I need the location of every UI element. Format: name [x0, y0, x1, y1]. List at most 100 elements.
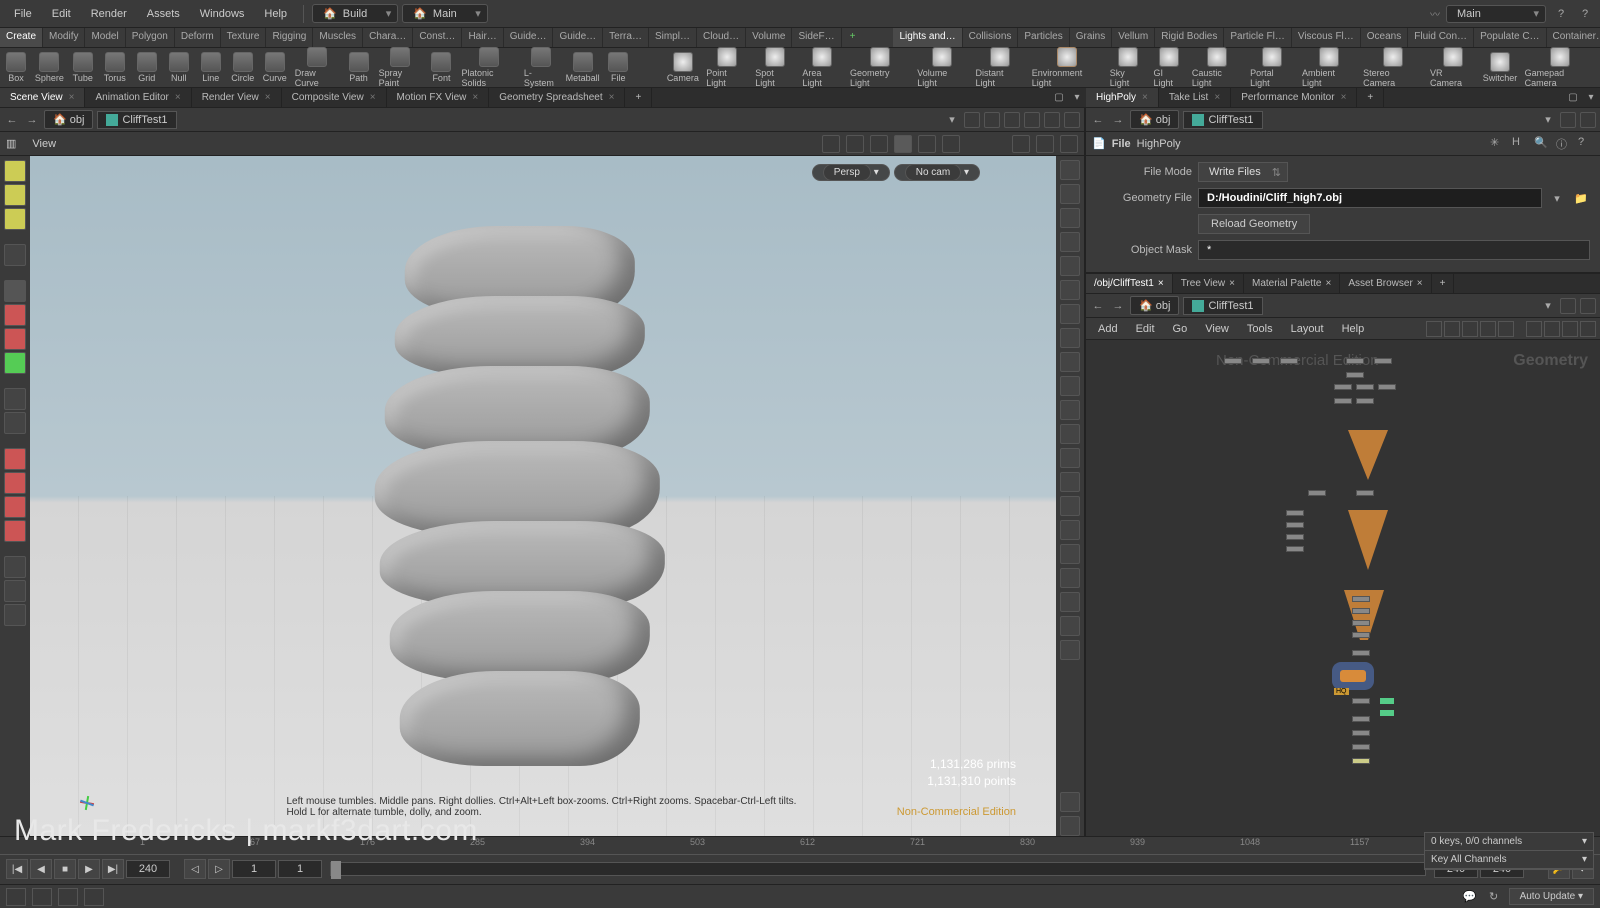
shelf-tool[interactable]: Tube — [67, 50, 99, 85]
path-level[interactable]: 🏠 obj — [1130, 296, 1179, 315]
shelf-tool[interactable]: Platonic Solids — [457, 45, 519, 90]
shelf-tool[interactable]: Line — [195, 50, 227, 85]
pane-tab-add-icon[interactable]: + — [1357, 88, 1384, 107]
shelf-tool[interactable]: L-System — [520, 45, 563, 90]
chan-keys-row[interactable]: 0 keys, 0/0 channels▾ — [1425, 833, 1593, 851]
disp-cog-icon[interactable] — [1060, 792, 1080, 812]
disp-9-icon[interactable] — [1060, 352, 1080, 372]
menu-render[interactable]: Render — [83, 4, 135, 24]
pane-tab[interactable]: Performance Monitor× — [1231, 88, 1357, 107]
file-chooser-icon[interactable]: 📁 — [1572, 189, 1590, 207]
shelf-tool[interactable]: Ambient Light — [1298, 45, 1359, 90]
tool-snap1-icon[interactable] — [4, 448, 26, 470]
file-browse-icon[interactable]: ▾ — [1548, 189, 1566, 207]
shelf-tool[interactable]: Environment Light — [1028, 45, 1106, 90]
play-first-icon[interactable]: |◀ — [6, 859, 28, 879]
path-node[interactable]: CliffTest1 — [97, 111, 176, 129]
shelf-tool[interactable]: Gamepad Camera — [1521, 45, 1600, 90]
disp-18-icon[interactable] — [1060, 568, 1080, 588]
status-ic-1-icon[interactable] — [6, 888, 26, 906]
nav-fwd-icon[interactable]: → — [24, 114, 40, 126]
disp-4-icon[interactable] — [1060, 232, 1080, 252]
shelf-tool[interactable]: Curve — [259, 50, 291, 85]
display-icon[interactable] — [1064, 112, 1080, 128]
disp-16-icon[interactable] — [1060, 520, 1080, 540]
shelf-tool[interactable]: Volume Light — [913, 45, 971, 90]
net-menu[interactable]: Tools — [1239, 320, 1281, 338]
shelf-tool[interactable]: Torus — [99, 50, 131, 85]
net-ic-2-icon[interactable] — [1444, 321, 1460, 337]
play-last-icon[interactable]: ▶| — [102, 859, 124, 879]
tool-misc1-icon[interactable] — [4, 556, 26, 578]
link1-icon[interactable] — [984, 112, 1000, 128]
disp-expand-icon[interactable] — [1060, 816, 1080, 836]
pane-opt-icon[interactable]: ▾ — [1068, 88, 1086, 106]
net-menu[interactable]: View — [1197, 320, 1237, 338]
shelf-tool[interactable]: Sphere — [32, 50, 67, 85]
persp-dropdown[interactable]: Persp ▾ — [812, 164, 890, 181]
net-menu[interactable]: Layout — [1283, 320, 1332, 338]
net-menu[interactable]: Add — [1090, 320, 1126, 338]
help2-icon[interactable]: ? — [1576, 5, 1594, 23]
net-ic-9-icon[interactable] — [1580, 321, 1596, 337]
nav-fwd-icon[interactable]: → — [1110, 114, 1126, 126]
help-icon[interactable]: ? — [1578, 136, 1594, 152]
viewport-3d[interactable]: Persp ▾ No cam ▾ 1,131,286 prims 1,131,3… — [30, 156, 1056, 836]
tool-snap3-icon[interactable] — [4, 496, 26, 518]
disp-12-icon[interactable] — [1060, 424, 1080, 444]
net-tab[interactable]: Material Palette× — [1244, 274, 1340, 293]
shelf-tool[interactable]: Switcher — [1479, 50, 1520, 85]
shelf-tool[interactable]: Draw Curve — [291, 45, 343, 90]
status-ic-2-icon[interactable] — [32, 888, 52, 906]
menu-edit[interactable]: Edit — [44, 4, 79, 24]
sel-obj-icon[interactable] — [822, 135, 840, 153]
status-refresh-icon[interactable]: ↻ — [1485, 888, 1503, 906]
link2-icon[interactable] — [1004, 112, 1020, 128]
disp-13-icon[interactable] — [1060, 448, 1080, 468]
pane-tab[interactable]: Take List× — [1159, 88, 1231, 107]
search-icon[interactable]: 🔍 — [1534, 136, 1550, 152]
net-ic-4-icon[interactable] — [1480, 321, 1496, 337]
tool-select-icon[interactable] — [4, 160, 26, 182]
nav-back-icon[interactable]: ← — [1090, 300, 1106, 312]
status-ic-3-icon[interactable] — [58, 888, 78, 906]
chan-all-row[interactable]: Key All Channels▾ — [1425, 851, 1593, 869]
shelf-tool[interactable]: Path — [343, 50, 375, 85]
shelf-tool[interactable]: GI Light — [1149, 45, 1187, 90]
shelf-tool[interactable]: Geometry Light — [846, 45, 913, 90]
desktop-selector-far[interactable]: Main — [1446, 5, 1546, 23]
sel-point-icon[interactable] — [846, 135, 864, 153]
pane-opt-icon[interactable]: ▾ — [1582, 88, 1600, 106]
step-next-icon[interactable]: ▷ — [208, 859, 230, 879]
tool-rotate-icon[interactable] — [4, 412, 26, 434]
auto-update-select[interactable]: Auto Update ▾ — [1509, 888, 1594, 905]
disp-7-icon[interactable] — [1060, 304, 1080, 324]
vopt1-icon[interactable] — [1012, 135, 1030, 153]
tool-lock-icon[interactable] — [4, 280, 26, 302]
path-level[interactable]: 🏠 obj — [44, 110, 93, 129]
play-prev-icon[interactable]: ◀ — [30, 859, 52, 879]
status-chat-icon[interactable]: 💬 — [1461, 888, 1479, 906]
geometry-file-input[interactable]: D:/Houdini/Cliff_high7.obj — [1198, 188, 1542, 208]
tool-snap2-icon[interactable] — [4, 472, 26, 494]
disp-21-icon[interactable] — [1060, 640, 1080, 660]
sel-detail-icon[interactable] — [942, 135, 960, 153]
menu-help[interactable]: Help — [256, 4, 295, 24]
shelf-tool[interactable]: Grid — [131, 50, 163, 85]
tool-snap4-icon[interactable] — [4, 520, 26, 542]
help-icon[interactable] — [1060, 135, 1078, 153]
net-ic-8-icon[interactable] — [1562, 321, 1578, 337]
range-rstart-field[interactable]: 1 — [278, 860, 322, 878]
cam-dropdown[interactable]: No cam ▾ — [894, 164, 980, 181]
nav-back-icon[interactable]: ← — [1090, 114, 1106, 126]
pin-icon[interactable] — [1560, 112, 1576, 128]
sel-vertex-icon[interactable] — [918, 135, 936, 153]
shelf-tool[interactable]: Portal Light — [1246, 45, 1298, 90]
net-tab[interactable]: Asset Browser× — [1340, 274, 1431, 293]
help-icon[interactable]: ? — [1552, 5, 1570, 23]
play-play-icon[interactable]: ▶ — [78, 859, 100, 879]
pane-tab[interactable]: Geometry Spreadsheet× — [489, 88, 625, 107]
tool-xform-icon[interactable] — [4, 388, 26, 410]
vopt2-icon[interactable] — [1036, 135, 1054, 153]
menu-file[interactable]: File — [6, 4, 40, 24]
